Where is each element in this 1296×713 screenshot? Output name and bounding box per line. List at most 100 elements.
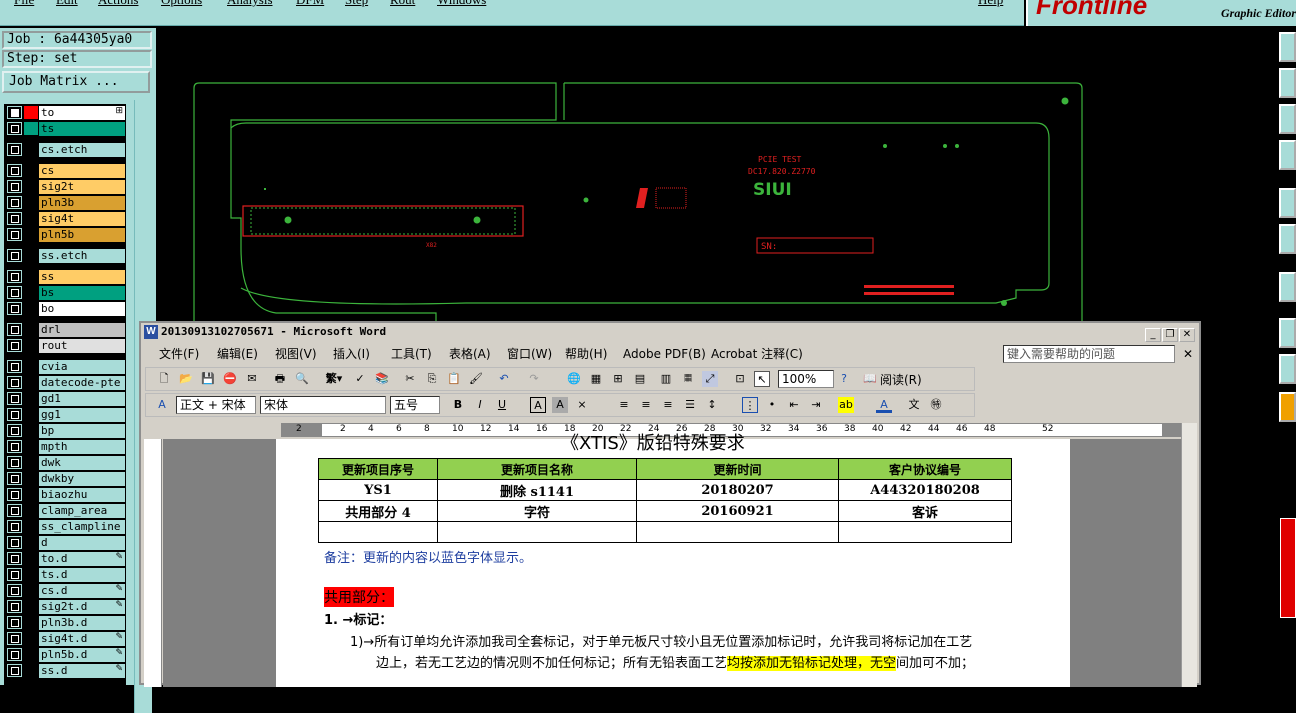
layer-checkbox[interactable] (7, 228, 22, 241)
layer-color-swatch[interactable] (24, 536, 38, 549)
layer-checkbox[interactable] (7, 520, 22, 533)
layer-checkbox[interactable] (7, 323, 22, 336)
document-map-icon[interactable]: ⤢ (702, 371, 718, 387)
copy-icon[interactable]: ⎘ (424, 371, 440, 387)
help-search-box[interactable]: 键入需要帮助的问题 (1003, 345, 1175, 363)
layer-row[interactable]: pln3b.d (6, 615, 126, 630)
layer-row[interactable]: bp (6, 423, 126, 438)
minimize-button[interactable]: _ (1145, 328, 1161, 342)
layer-row[interactable]: ss (6, 269, 126, 284)
layer-name[interactable]: rout (39, 339, 125, 353)
menu-windows[interactable]: Windows (437, 0, 486, 8)
tool-button-9[interactable] (1279, 354, 1296, 384)
layer-name[interactable]: sig2t (39, 180, 125, 194)
layer-color-swatch[interactable] (24, 180, 38, 193)
layer-name[interactable]: cs (39, 164, 125, 178)
numbering-icon[interactable]: ⋮ (742, 397, 758, 413)
read-button[interactable]: 阅读(R) (880, 371, 922, 388)
decrease-indent-icon[interactable]: ⇤ (786, 397, 802, 413)
layer-row[interactable]: dwk (6, 455, 126, 470)
font-size-select[interactable]: 五号 (390, 396, 440, 414)
layer-color-swatch[interactable] (24, 456, 38, 469)
layer-color-swatch[interactable] (24, 440, 38, 453)
new-doc-icon[interactable]: 🗋 (156, 371, 172, 387)
menu-step[interactable]: Step (345, 0, 368, 8)
menu-rout[interactable]: Rout (390, 0, 415, 8)
layer-color-swatch[interactable] (24, 488, 38, 501)
restore-button[interactable]: ❐ (1162, 328, 1178, 342)
word-menu-adobe[interactable]: Adobe PDF(B) (623, 343, 706, 365)
layer-checkbox[interactable] (7, 392, 22, 405)
layer-name[interactable]: sig2t.d (39, 600, 125, 614)
layer-color-swatch[interactable] (24, 584, 38, 597)
layer-row[interactable]: datecode-pte (6, 375, 126, 390)
layer-name[interactable]: to.d (39, 552, 125, 566)
redo-icon[interactable]: ↷ (526, 371, 542, 387)
menu-edit[interactable]: Edit (56, 0, 78, 8)
word-menu-window[interactable]: 窗口(W) (507, 343, 552, 365)
hyperlink-icon[interactable]: 🌐 (566, 371, 582, 387)
bold-icon[interactable]: B (450, 397, 466, 413)
read-icon[interactable]: 📖 (862, 371, 878, 387)
layer-name[interactable]: bp (39, 424, 125, 438)
document-scrollbar[interactable] (1181, 423, 1197, 687)
layer-row[interactable]: rout (6, 338, 126, 353)
layer-name[interactable]: ts.d (39, 568, 125, 582)
layer-checkbox[interactable] (7, 122, 22, 135)
close-button[interactable]: ✕ (1179, 328, 1195, 342)
layer-name[interactable]: ss (39, 270, 125, 284)
spelling-icon[interactable]: ✓ (352, 371, 368, 387)
word-menu-table[interactable]: 表格(A) (449, 343, 491, 365)
undo-icon[interactable]: ↶ (496, 371, 512, 387)
highlight-icon[interactable]: ab (838, 397, 854, 413)
layer-checkbox[interactable] (7, 106, 22, 119)
layer-checkbox[interactable] (7, 536, 22, 549)
permission-icon[interactable]: ⛔ (222, 371, 238, 387)
char-border-icon[interactable]: A (530, 397, 546, 413)
layer-color-swatch[interactable] (24, 339, 38, 352)
layer-color-swatch[interactable] (24, 520, 38, 533)
layer-checkbox[interactable] (7, 339, 22, 352)
layer-checkbox[interactable] (7, 456, 22, 469)
paste-icon[interactable]: 📋 (446, 371, 462, 387)
layer-color-swatch[interactable] (24, 302, 38, 315)
layer-color-swatch[interactable] (24, 408, 38, 421)
layer-name[interactable]: bo (39, 302, 125, 316)
word-menu-tools[interactable]: 工具(T) (391, 343, 432, 365)
layer-name[interactable]: cs.etch (39, 143, 125, 157)
convert-icon[interactable]: 繁▾ (320, 371, 348, 387)
increase-indent-icon[interactable]: ⇥ (808, 397, 824, 413)
layer-color-swatch[interactable] (24, 648, 38, 661)
layer-name[interactable]: sig4t.d (39, 632, 125, 646)
layer-checkbox[interactable] (7, 552, 22, 565)
open-icon[interactable]: 📂 (178, 371, 194, 387)
layer-color-swatch[interactable] (24, 196, 38, 209)
layer-row[interactable]: cs.d ✎ (6, 583, 126, 598)
job-matrix-button[interactable]: Job Matrix ... (2, 71, 150, 93)
font-color-icon[interactable]: A (876, 397, 892, 413)
layer-checkbox[interactable] (7, 164, 22, 177)
word-menu-view[interactable]: 视图(V) (275, 343, 317, 365)
menu-actions[interactable]: Actions (98, 0, 138, 8)
layer-row[interactable]: ss_clampline (6, 519, 126, 534)
email-icon[interactable]: ✉ (244, 371, 260, 387)
layer-checkbox[interactable] (7, 249, 22, 262)
layer-color-swatch[interactable] (24, 360, 38, 373)
layer-color-swatch[interactable] (24, 212, 38, 225)
print-icon[interactable]: 🖶 (272, 371, 288, 387)
layer-name[interactable]: dwk (39, 456, 125, 470)
layer-name[interactable]: pln5b (39, 228, 125, 242)
help-icon[interactable]: ? (836, 371, 852, 387)
insert-excel-icon[interactable]: ▤ (632, 371, 648, 387)
layer-name[interactable]: to (39, 106, 125, 120)
tool-button-3[interactable] (1279, 104, 1296, 134)
layer-checkbox[interactable] (7, 212, 22, 225)
layer-checkbox[interactable] (7, 286, 22, 299)
layer-name[interactable]: biaozhu (39, 488, 125, 502)
layer-checkbox[interactable] (7, 180, 22, 193)
layer-name[interactable]: ss.etch (39, 249, 125, 263)
layer-color-swatch[interactable] (24, 600, 38, 613)
layer-checkbox[interactable] (7, 408, 22, 421)
pointer-icon[interactable]: ↖ (754, 371, 770, 387)
columns-icon[interactable]: ▥ (658, 371, 674, 387)
